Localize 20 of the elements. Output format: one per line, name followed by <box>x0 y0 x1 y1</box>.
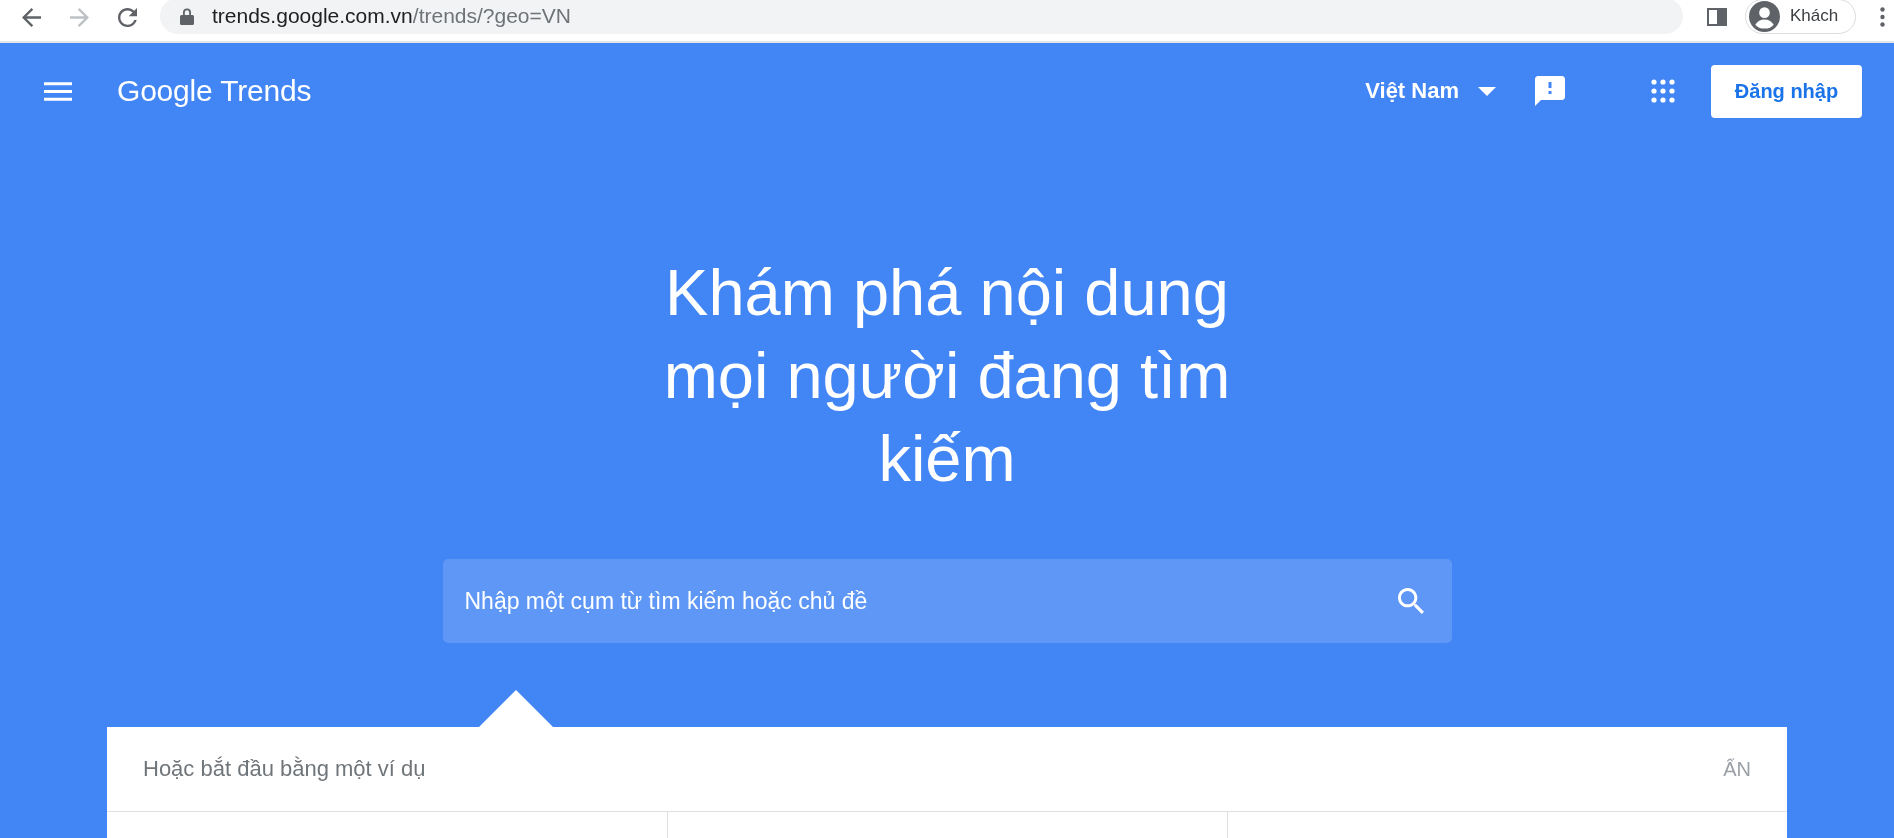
hide-button[interactable]: ẨN <box>1723 757 1751 781</box>
url-text: trends.google.com.vn/trends/?geo=VN <box>212 4 571 28</box>
back-icon[interactable] <box>22 7 41 27</box>
feedback-icon[interactable] <box>1535 76 1565 106</box>
search-icon[interactable] <box>1397 588 1424 614</box>
address-bar[interactable]: trends.google.com.vn/trends/?geo=VN <box>160 0 1683 34</box>
apps-grid-icon[interactable] <box>1651 79 1675 103</box>
logo-text[interactable]: Google Trends <box>117 74 312 108</box>
hero-title: Khám phá nội dung mọi người đang tìm kiếm <box>662 255 1232 497</box>
menu-icon[interactable] <box>44 81 72 101</box>
region-dropdown[interactable]: Việt Nam <box>1365 78 1496 104</box>
sign-in-button[interactable]: Đăng nhập <box>1711 64 1862 118</box>
kebab-menu-icon[interactable] <box>1880 7 1885 27</box>
examples-heading: Hoặc bắt đầu bằng một ví dụ <box>143 756 426 782</box>
reload-icon[interactable] <box>118 7 137 27</box>
avatar-icon <box>1749 0 1780 32</box>
lock-icon <box>180 7 194 25</box>
caret-icon <box>1478 86 1496 96</box>
profile-button[interactable]: Khách <box>1745 0 1856 34</box>
side-panel-icon[interactable] <box>1707 8 1727 26</box>
